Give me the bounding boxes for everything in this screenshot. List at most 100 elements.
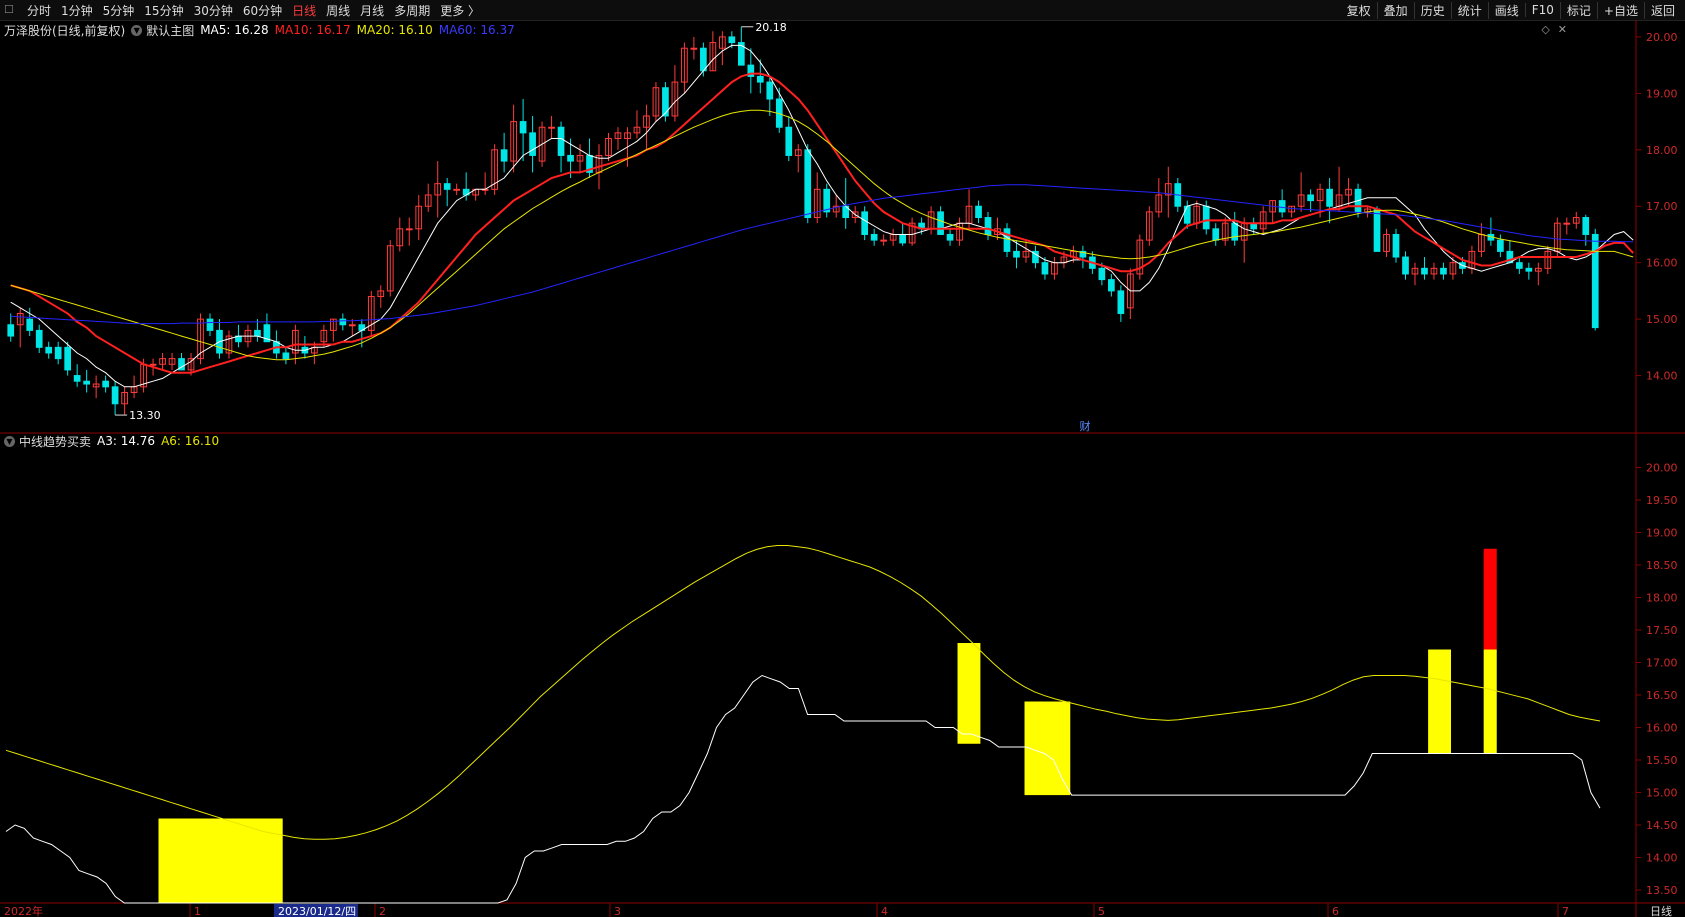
candle-down <box>7 324 15 337</box>
sub-y-tick-label: 17.50 <box>1646 624 1678 637</box>
sub-y-tick-label: 15.50 <box>1646 754 1678 767</box>
candle-down <box>35 329 43 348</box>
sub-y-tick-label: 19.50 <box>1646 494 1678 507</box>
candle-down <box>1421 267 1428 275</box>
candle-down <box>823 188 831 213</box>
candle-down <box>1003 228 1011 252</box>
candle-down <box>529 132 536 156</box>
time-axis-label: 2 <box>379 905 386 917</box>
candle-down <box>282 352 290 360</box>
low-label: 13.30 <box>129 409 161 422</box>
candle-up <box>405 228 413 231</box>
candle-down <box>1041 262 1049 275</box>
candle-down <box>26 318 34 331</box>
candle-down <box>1098 267 1106 281</box>
candle-down <box>700 47 707 72</box>
candle-down <box>206 318 214 331</box>
candle-down <box>756 75 764 83</box>
candle-down <box>102 380 109 388</box>
sub-y-tick-label: 20.00 <box>1646 462 1678 475</box>
ma-line-ma5 <box>10 44 1634 388</box>
candle-down <box>1013 250 1020 258</box>
candle-down <box>45 346 53 354</box>
candle-down <box>728 36 736 44</box>
candle-down <box>1525 267 1533 272</box>
candle-down <box>1326 188 1333 207</box>
signal-bar-yellow <box>1428 649 1451 754</box>
candle-down <box>946 233 954 241</box>
sub-y-tick-label: 18.50 <box>1646 559 1678 572</box>
candle-down <box>1231 222 1239 241</box>
signal-bar-yellow <box>158 818 283 903</box>
candle-down <box>567 154 574 162</box>
main-y-tick-label: 14.00 <box>1646 370 1678 383</box>
time-axis-label: 6 <box>1332 905 1339 917</box>
candle-up <box>453 188 461 191</box>
main-y-tick-label: 19.00 <box>1646 87 1678 100</box>
candle-down <box>984 217 992 235</box>
candle-down <box>1108 279 1115 292</box>
main-y-tick-label: 16.00 <box>1646 257 1678 270</box>
candle-down <box>662 87 669 117</box>
candle-down <box>1582 217 1590 235</box>
time-axis-label: 2022年 <box>4 904 43 917</box>
high-label: 20.18 <box>755 21 787 34</box>
main-y-tick-label: 18.00 <box>1646 144 1678 157</box>
chart-canvas[interactable]: 14.00 15.00 16.00 17.00 18.00 19.00 20.00 13.50… <box>0 0 1685 917</box>
candle-down <box>1183 205 1191 224</box>
candle-down <box>1497 239 1504 252</box>
candle-down <box>937 211 944 235</box>
candle-down <box>1402 256 1409 275</box>
candle-down <box>54 346 62 360</box>
candle-down <box>111 386 119 405</box>
sub-y-tick-label: 19.00 <box>1646 527 1678 540</box>
indicator-line-a6 <box>5 545 1601 840</box>
candle-down <box>861 211 869 235</box>
sub-y-tick-label: 15.00 <box>1646 787 1678 800</box>
ma-line-ma60 <box>10 184 1634 325</box>
candle-down <box>254 329 261 337</box>
candle-up <box>880 239 887 242</box>
sub-y-tick-label: 17.00 <box>1646 657 1678 670</box>
candle-down <box>1440 267 1447 275</box>
candle-down <box>1278 200 1286 213</box>
event-marker-label: 财 <box>1080 419 1091 433</box>
candle-down <box>64 346 72 371</box>
main-y-tick-label: 15.00 <box>1646 313 1678 326</box>
candle-down <box>557 126 565 156</box>
candle-down <box>1392 233 1400 258</box>
candle-down <box>1373 208 1381 252</box>
time-axis-label: 7 <box>1562 905 1569 917</box>
candle-down <box>443 183 451 190</box>
candle-down <box>1202 205 1210 230</box>
cursor-date-label: 2023/01/12/四 <box>278 905 356 917</box>
time-axis-label: 5 <box>1098 905 1105 917</box>
sub-y-tick-label: 16.00 <box>1646 722 1678 735</box>
signal-bar-yellow <box>1483 649 1497 754</box>
time-axis-label: 3 <box>614 905 621 917</box>
candle-down <box>1212 228 1220 241</box>
candle-up <box>149 363 157 366</box>
signal-bar-yellow <box>957 643 981 744</box>
sub-y-tick-label: 13.50 <box>1646 884 1678 897</box>
main-y-tick-label: 17.00 <box>1646 200 1678 213</box>
sub-y-tick-label: 16.50 <box>1646 689 1678 702</box>
period-tag-label: 日线 <box>1650 904 1672 917</box>
candle-down <box>339 318 347 326</box>
time-axis-label: 1 <box>194 905 201 917</box>
candle-down <box>975 205 982 219</box>
candle-down <box>73 375 81 382</box>
ma-line-ma10 <box>10 72 1634 374</box>
candle-down <box>83 380 90 385</box>
sub-y-tick-label: 18.00 <box>1646 592 1678 605</box>
candle-up <box>348 324 356 327</box>
candle-down <box>500 149 508 162</box>
sub-y-tick-label: 14.50 <box>1646 819 1678 832</box>
candle-down <box>519 121 527 134</box>
candle-up <box>548 126 555 129</box>
candle-up <box>1563 222 1571 225</box>
candle-down <box>1307 194 1314 202</box>
time-axis-label: 4 <box>881 905 888 917</box>
candle-down <box>899 233 906 244</box>
candle-down <box>1117 290 1125 314</box>
